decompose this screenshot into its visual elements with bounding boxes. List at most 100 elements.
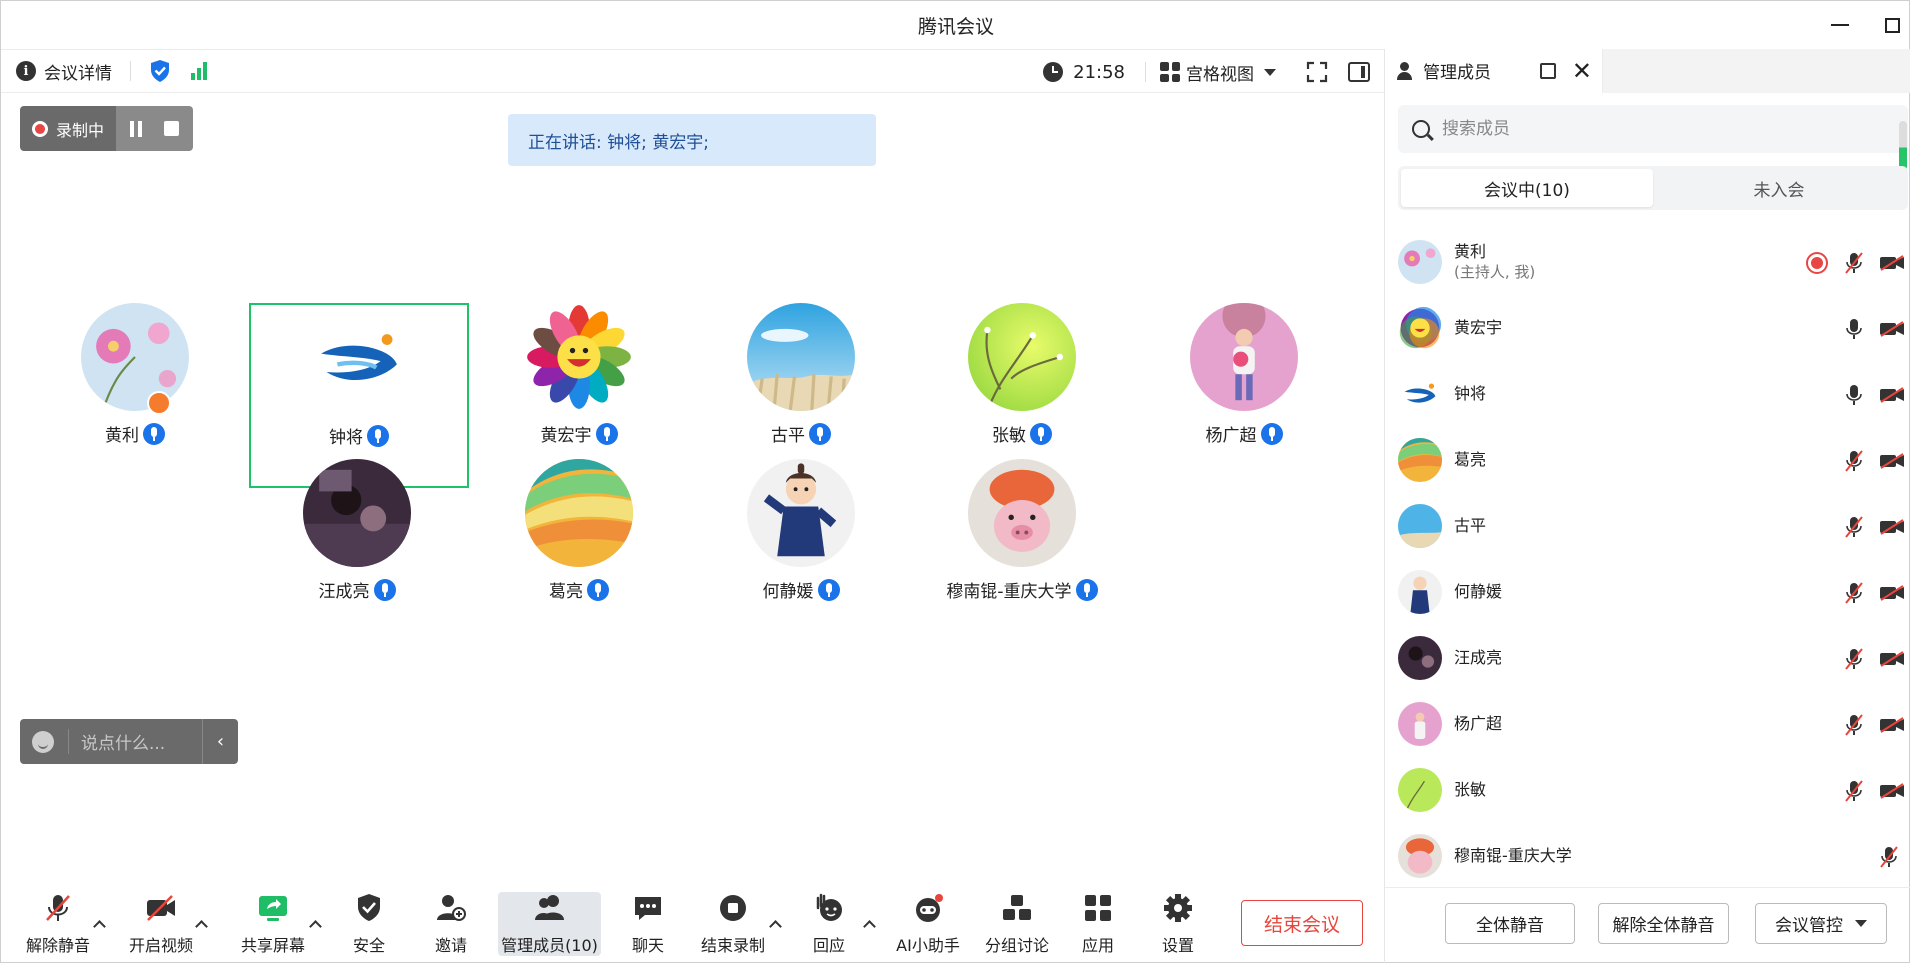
participant-tile[interactable]: 穆南锟-重庆大学 <box>912 459 1132 644</box>
mic-icon <box>367 424 389 447</box>
manage-members-button[interactable]: 管理成员(10) <box>498 892 601 956</box>
member-row[interactable]: 杨广超 <box>1385 691 1910 757</box>
mic-muted-icon[interactable] <box>1879 846 1899 868</box>
member-row[interactable]: 黄宏宇 <box>1385 295 1910 361</box>
mic-icon <box>143 422 165 445</box>
video-off-icon[interactable] <box>1879 255 1905 271</box>
security-button[interactable]: 安全 <box>337 892 401 956</box>
mic-icon[interactable] <box>1844 384 1864 406</box>
network-signal-icon[interactable] <box>191 62 207 80</box>
window-title: 腾讯会议 <box>917 15 994 38</box>
start-video-button[interactable]: 开启视频 <box>121 892 201 956</box>
meeting-controls-dropdown[interactable]: 会议管控 <box>1755 903 1887 944</box>
recording-indicator: 录制中 <box>20 106 194 151</box>
member-row[interactable]: 何静媛 <box>1385 559 1910 625</box>
avatar <box>747 459 855 567</box>
toggle-sidebar-icon[interactable] <box>1348 62 1370 82</box>
stop-recording-icon[interactable] <box>164 121 180 136</box>
video-off-icon[interactable] <box>1879 387 1905 403</box>
mic-muted-icon[interactable] <box>1844 582 1864 604</box>
stop-recording-button[interactable]: 结束录制 <box>693 892 773 956</box>
participant-tile[interactable]: 何静媛 <box>691 459 911 644</box>
mute-all-button[interactable]: 全体静音 <box>1445 903 1575 944</box>
react-options-arrow-icon[interactable] <box>863 920 875 932</box>
participant-tile[interactable]: 杨广超 <box>1134 303 1354 488</box>
member-row[interactable]: 穆南锟-重庆大学 <box>1385 823 1910 889</box>
video-off-icon[interactable] <box>1879 717 1905 733</box>
video-off-icon[interactable] <box>1879 321 1905 337</box>
participant-tile[interactable]: 葛亮 <box>469 459 689 644</box>
member-row[interactable]: 汪成亮 <box>1385 625 1910 691</box>
video-grid-area: 录制中 正在讲话: 钟将; 黄宏宇; 黄利 钟将 黄宏宇 古平 张敏 杨广超 汪… <box>1 93 1384 876</box>
popout-icon[interactable] <box>1539 62 1556 79</box>
ai-assistant-button[interactable]: AI小助手 <box>888 892 968 956</box>
mic-muted-icon[interactable] <box>1844 252 1864 274</box>
avatar <box>525 303 633 411</box>
security-shield-icon[interactable] <box>149 59 171 83</box>
audio-options-arrow-icon[interactable] <box>93 920 105 932</box>
video-off-icon[interactable] <box>1879 453 1905 469</box>
maximize-button[interactable] <box>1881 14 1903 36</box>
grid-view-icon <box>1160 62 1180 82</box>
member-row[interactable]: 古平 <box>1385 493 1910 559</box>
recording-status[interactable]: 录制中 <box>20 106 117 151</box>
invite-button[interactable]: 邀请 <box>419 892 483 956</box>
video-options-arrow-icon[interactable] <box>195 920 207 932</box>
chat-button[interactable]: 聊天 <box>616 892 680 956</box>
share-options-arrow-icon[interactable] <box>309 920 321 932</box>
close-icon[interactable]: ✕ <box>1572 59 1592 83</box>
add-user-icon <box>437 895 466 921</box>
mic-icon <box>373 578 396 601</box>
participant-tile[interactable]: 黄利 <box>25 303 245 488</box>
member-row[interactable]: 钟将 <box>1385 361 1910 427</box>
tab-manage-members[interactable]: 管理成员 ✕ <box>1385 48 1603 93</box>
start-video-label: 开启视频 <box>128 936 193 955</box>
fullscreen-icon[interactable] <box>1306 61 1328 83</box>
chat-input[interactable]: 说点什么... <box>68 729 202 754</box>
avatar <box>968 459 1076 567</box>
video-off-icon[interactable] <box>1879 651 1905 667</box>
mic-muted-icon[interactable] <box>1844 648 1864 670</box>
pause-recording-icon[interactable] <box>130 120 143 137</box>
record-options-arrow-icon[interactable] <box>769 920 781 932</box>
apps-label: 应用 <box>1081 936 1114 955</box>
clock-icon <box>1043 62 1064 82</box>
member-row[interactable]: 葛亮 <box>1385 427 1910 493</box>
search-input[interactable] <box>1442 119 1842 139</box>
video-off-icon[interactable] <box>1879 519 1905 535</box>
share-screen-button[interactable]: 共享屏幕 <box>233 892 313 956</box>
chevron-down-icon <box>1855 920 1867 927</box>
mic-icon <box>595 422 618 445</box>
video-off-icon[interactable] <box>1879 783 1905 799</box>
collapse-chat-button[interactable]: ‹ <box>202 719 238 764</box>
react-button[interactable]: 回应 <box>797 892 861 956</box>
unmute-all-button[interactable]: 解除全体静音 <box>1598 903 1729 944</box>
unmute-button[interactable]: 解除静音 <box>19 892 97 956</box>
avatar <box>747 303 855 411</box>
tab-in-meeting[interactable]: 会议中(10) <box>1401 169 1653 207</box>
tab-not-joined[interactable]: 未入会 <box>1653 169 1905 207</box>
end-meeting-button[interactable]: 结束会议 <box>1241 900 1363 946</box>
meeting-details-button[interactable]: i 会议详情 <box>16 59 112 84</box>
member-row[interactable]: 黄利 (主持人, 我) <box>1385 229 1910 295</box>
mic-muted-icon[interactable] <box>1844 516 1864 538</box>
stop-record-icon <box>720 895 746 921</box>
mic-muted-icon[interactable] <box>1844 714 1864 736</box>
apps-button[interactable]: 应用 <box>1066 892 1130 956</box>
breakout-rooms-button[interactable]: 分组讨论 <box>977 892 1057 956</box>
avatar <box>1190 303 1298 411</box>
ai-assistant-label: AI小助手 <box>896 936 960 955</box>
participant-name: 杨广超 <box>1205 426 1257 446</box>
minimize-button[interactable] <box>1829 14 1851 36</box>
mic-muted-icon[interactable] <box>1844 780 1864 802</box>
member-row[interactable]: 张敏 <box>1385 757 1910 823</box>
view-mode-dropdown[interactable]: 宫格视图 <box>1160 60 1276 85</box>
manage-members-label: 管理成员(10) <box>501 936 598 955</box>
participant-tile[interactable]: 汪成亮 <box>247 459 467 644</box>
video-off-icon[interactable] <box>1879 585 1905 601</box>
emoji-icon[interactable] <box>32 730 54 753</box>
mic-muted-icon[interactable] <box>1844 450 1864 472</box>
mic-icon[interactable] <box>1844 318 1864 340</box>
settings-button[interactable]: 设置 <box>1146 892 1210 956</box>
security-label: 安全 <box>352 936 385 955</box>
